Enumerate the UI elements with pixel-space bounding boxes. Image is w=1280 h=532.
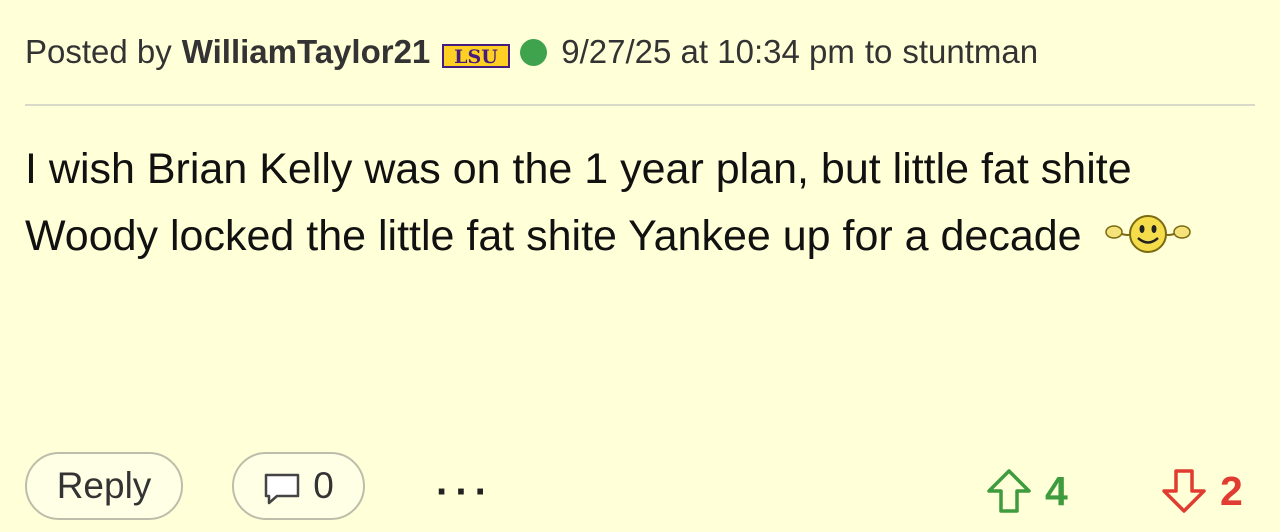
post-timestamp: 9/27/25 at 10:34 pm	[561, 33, 855, 70]
muscle-smiley-icon	[1104, 209, 1192, 253]
downvote-button[interactable]: 2	[1160, 465, 1243, 517]
post-body: I wish Brian Kelly was on the 1 year pla…	[25, 136, 1250, 270]
post-header: Posted by WilliamTaylor21 LSU 9/27/25 at…	[25, 30, 1038, 74]
upvote-count: 4	[1045, 467, 1068, 514]
comment-count: 0	[313, 465, 334, 506]
username-link[interactable]: WilliamTaylor21	[182, 33, 431, 71]
team-badge-text: LSU	[454, 46, 498, 68]
reply-to-user-link[interactable]: stuntman	[902, 33, 1038, 71]
reply-button[interactable]: Reply	[25, 452, 183, 520]
to-label: to	[864, 33, 893, 70]
more-options-button[interactable]: ···	[436, 470, 494, 515]
reply-button-label: Reply	[56, 465, 152, 506]
downvote-count: 2	[1220, 467, 1243, 514]
online-status-icon	[520, 38, 548, 66]
post-body-text: I wish Brian Kelly was on the 1 year pla…	[25, 145, 1132, 260]
posted-by-label: Posted by	[25, 33, 172, 70]
header-divider	[25, 104, 1255, 106]
comment-count-button[interactable]: 0	[232, 452, 365, 520]
lsu-logo-icon: LSU	[442, 39, 511, 68]
upvote-arrow-icon	[987, 469, 1031, 513]
forum-post: Posted by WilliamTaylor21 LSU 9/27/25 at…	[0, 0, 1280, 532]
upvote-button[interactable]: 4	[985, 465, 1068, 517]
comment-icon	[264, 473, 300, 505]
downvote-arrow-icon	[1162, 469, 1206, 513]
